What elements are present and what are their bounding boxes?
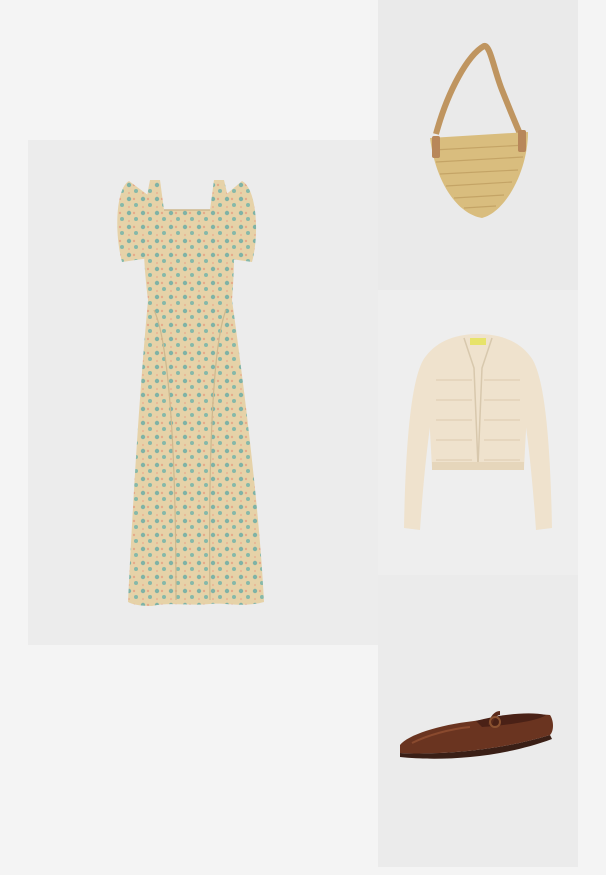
straw-bag-icon xyxy=(430,43,528,218)
floral-dress-icon xyxy=(117,180,264,606)
mary-jane-shoe-icon xyxy=(400,711,553,759)
bag-product-card[interactable] xyxy=(378,0,578,290)
cardigan-icon xyxy=(404,334,552,530)
dress-product-card[interactable] xyxy=(28,140,378,645)
shoe-product-card[interactable] xyxy=(378,575,578,867)
cardigan-product-card[interactable] xyxy=(378,290,578,575)
